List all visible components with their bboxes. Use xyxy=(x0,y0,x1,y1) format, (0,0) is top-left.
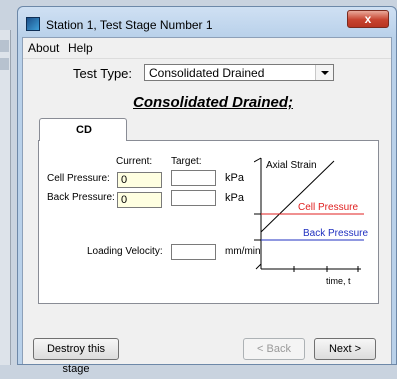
menu-bar: About Help xyxy=(23,38,391,59)
background-window-edge xyxy=(0,30,11,365)
menu-help[interactable]: Help xyxy=(68,41,93,55)
back-pressure-curve-label: Back Pressure xyxy=(303,228,368,239)
cell-pressure-target-input[interactable] xyxy=(171,170,216,186)
back-button[interactable]: < Back xyxy=(243,338,305,360)
loading-velocity-input[interactable] xyxy=(171,244,216,260)
test-type-select[interactable]: Consolidated Drained xyxy=(144,64,334,81)
window-title: Station 1, Test Stage Number 1 xyxy=(46,18,213,32)
target-header: Target: xyxy=(171,156,202,167)
test-type-label: Test Type: xyxy=(73,66,133,81)
destroy-stage-button[interactable]: Destroy this stage xyxy=(33,338,119,375)
stage-heading: Consolidated Drained; xyxy=(133,94,294,111)
menu-about[interactable]: About xyxy=(28,41,59,55)
dropdown-button[interactable] xyxy=(315,65,333,80)
axial-strain-label: Axial Strain xyxy=(266,160,317,171)
title-bar[interactable]: Station 1, Test Stage Number 1 x xyxy=(18,7,396,37)
loading-velocity-label: Loading Velocity: xyxy=(87,246,163,257)
tab-cd[interactable]: CD xyxy=(39,118,127,141)
next-button[interactable]: Next > xyxy=(314,338,376,360)
diagram-axis-corner xyxy=(255,263,262,270)
tab-panel-cd: Current: Target: Cell Pressure: 0 kPa Ba… xyxy=(38,140,379,304)
chevron-down-icon xyxy=(321,71,329,75)
back-pressure-unit: kPa xyxy=(225,192,244,204)
cell-pressure-unit: kPa xyxy=(225,172,244,184)
stage-diagram: Axial Strain Cell Pressure Back Pressure… xyxy=(254,157,368,286)
current-header: Current: xyxy=(116,156,153,167)
background-toolbar-icon xyxy=(0,58,9,70)
client-area: About Help Test Type: Consolidated Drain… xyxy=(22,37,392,375)
cell-pressure-label: Cell Pressure: xyxy=(47,173,110,184)
test-type-value: Consolidated Drained xyxy=(149,66,265,80)
time-axis-label: time, t xyxy=(326,276,351,286)
back-pressure-current: 0 xyxy=(117,192,162,208)
app-icon xyxy=(26,17,40,31)
close-button[interactable]: x xyxy=(347,10,389,28)
diagram-tick xyxy=(254,157,262,163)
dialog-window: Station 1, Test Stage Number 1 x About H… xyxy=(17,6,397,375)
background-toolbar-icon xyxy=(0,40,9,52)
cell-pressure-current: 0 xyxy=(117,172,162,188)
tab-cd-label: CD xyxy=(76,124,92,136)
cell-pressure-curve-label: Cell Pressure xyxy=(298,202,358,213)
axial-strain-line xyxy=(260,160,335,233)
back-pressure-label: Back Pressure: xyxy=(47,192,115,203)
back-pressure-target-input[interactable] xyxy=(171,190,216,206)
